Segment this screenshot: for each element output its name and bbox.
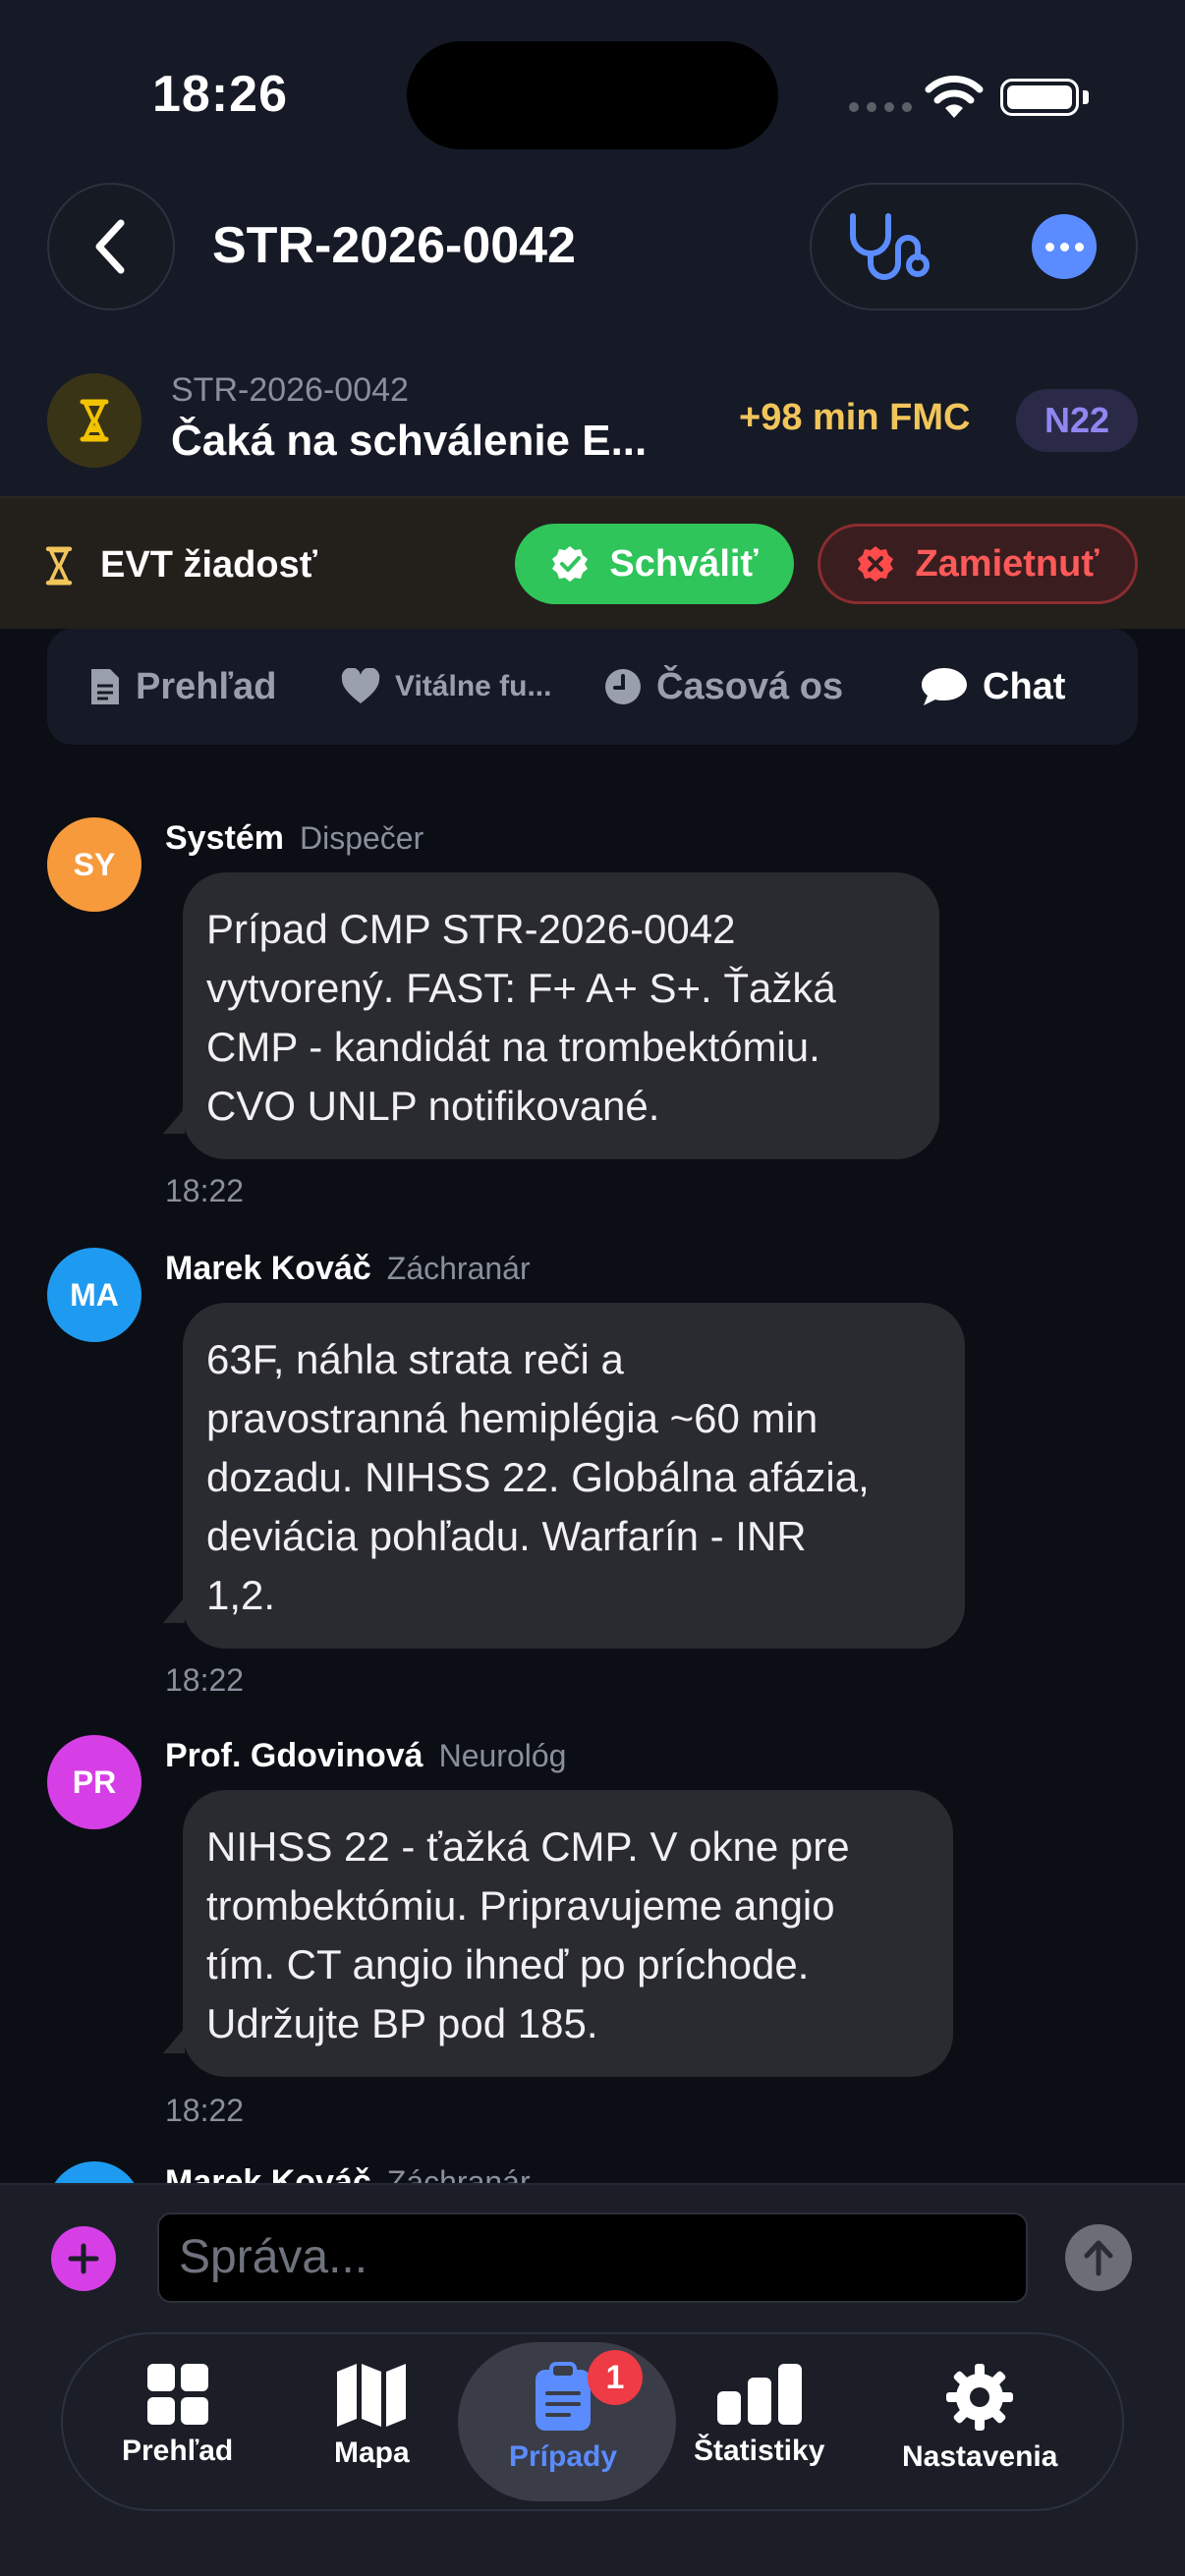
bubble-tail — [163, 2028, 185, 2053]
tab-label: Vitálne fu... — [395, 670, 552, 702]
tab-timeline[interactable]: Časová os — [603, 629, 843, 745]
chevron-left-icon — [95, 219, 125, 274]
check-badge-icon — [550, 544, 590, 584]
message-line: tím. CT angio ihneď po príchode. — [206, 1941, 810, 1988]
message-bubble: Prípad CMP STR-2026-0042 vytvorený. FAST… — [183, 872, 939, 1159]
message-bubble: 63F, náhla strata reči a pravostranná he… — [183, 1303, 965, 1649]
hourglass-icon — [47, 373, 141, 468]
message-line: trombektómiu. Pripravujeme angio — [206, 1882, 835, 1929]
avatar[interactable]: SY — [47, 817, 141, 912]
heart-icon — [341, 668, 380, 703]
sender-role: Dispečer — [299, 820, 424, 856]
message-line: NIHSS 22 - ťažká CMP. V okne pre — [206, 1823, 850, 1870]
more-options-button[interactable] — [1032, 214, 1097, 279]
bar-chart-icon — [716, 2364, 802, 2425]
cellular-signal-icon — [849, 102, 912, 112]
tab-vitals[interactable]: Vitálne fu... — [340, 629, 551, 745]
message-sender: Prof. Gdovinová Neurológ — [165, 1737, 567, 1774]
message-line: deviácia pohľadu. Warfarín - INR — [206, 1513, 807, 1559]
message-time: 18:22 — [165, 2093, 245, 2128]
tab-label: Prehľad — [136, 665, 277, 707]
tabbar-item-settings[interactable]: Nastavenia — [902, 2362, 1057, 2474]
message-line: pravostranná hemiplégia ~60 min — [206, 1395, 818, 1441]
page-title: STR-2026-0042 — [212, 217, 576, 274]
approve-label: Schváliť — [609, 542, 759, 585]
bubble-tail — [163, 1597, 185, 1623]
tab-label: Chat — [983, 665, 1066, 707]
message-line: vytvorený. FAST: F+ A+ S+. Ťažká — [206, 965, 836, 1011]
grid-icon — [146, 2364, 208, 2425]
message-line: dozadu. NIHSS 22. Globálna afázia, — [206, 1454, 870, 1500]
wifi-icon — [924, 75, 985, 123]
message-time: 18:22 — [165, 1173, 245, 1208]
attach-button[interactable] — [51, 2226, 116, 2291]
message-time: 18:22 — [165, 1662, 245, 1698]
tabbar-item-statistics[interactable]: Štatistiky — [694, 2362, 824, 2468]
battery-icon — [1000, 79, 1079, 116]
reject-button[interactable]: Zamietnuť — [818, 524, 1138, 604]
message-line: Prípad CMP STR-2026-0042 — [206, 906, 736, 952]
message-line: Udržujte BP pod 185. — [206, 2000, 598, 2046]
dynamic-island — [407, 41, 778, 149]
tabbar-label: Štatistiky — [694, 2435, 825, 2467]
bubble-tail — [163, 1108, 185, 1134]
tabbar-item-overview[interactable]: Prehľad — [122, 2362, 233, 2468]
case-id: STR-2026-0042 — [171, 371, 409, 409]
avatar[interactable]: MA — [47, 1248, 141, 1342]
clipboard-icon — [536, 2362, 592, 2431]
clock-icon — [605, 669, 641, 704]
gear-icon — [946, 2364, 1014, 2431]
hourglass-icon — [45, 546, 73, 590]
message-line: 63F, náhla strata reči a — [206, 1336, 624, 1382]
message-bubble: NIHSS 22 - ťažká CMP. V okne pre trombek… — [183, 1790, 953, 2077]
nihss-badge: N22 — [1016, 389, 1138, 452]
tabbar-item-map[interactable]: Mapa — [334, 2362, 410, 2470]
arrow-up-icon — [1084, 2240, 1113, 2276]
stethoscope-icon — [850, 213, 930, 280]
notification-badge: 1 — [588, 2350, 643, 2405]
message-line: CVO UNLP notifikované. — [206, 1083, 660, 1129]
message-input[interactable]: Správa... — [157, 2212, 1028, 2303]
map-icon — [337, 2364, 407, 2427]
sender-role: Záchranár — [386, 1251, 531, 1286]
tabbar-label: Nastavenia — [902, 2440, 1058, 2473]
tabbar-label: Prípady — [509, 2440, 618, 2473]
evt-request-label: EVT žiadosť — [100, 544, 317, 586]
tabbar-label: Prehľad — [122, 2435, 234, 2467]
plus-icon — [68, 2243, 99, 2274]
document-icon — [91, 669, 119, 704]
tab-overview[interactable]: Prehľad — [88, 629, 276, 745]
message-sender: Marek Kováč Záchranár — [165, 1250, 531, 1287]
send-button[interactable] — [1065, 2224, 1132, 2291]
message-sender: Systém Dispečer — [165, 819, 424, 857]
avatar[interactable]: PR — [47, 1735, 141, 1829]
approve-button[interactable]: Schváliť — [515, 524, 794, 604]
battery-cap — [1083, 90, 1089, 104]
chat-bubble-icon — [922, 668, 967, 705]
x-badge-icon — [856, 544, 895, 584]
message-line: CMP - kandidát na trombektómiu. — [206, 1024, 820, 1070]
reject-label: Zamietnuť — [915, 542, 1100, 585]
stethoscope-button[interactable] — [847, 212, 945, 288]
case-status: Čaká na schválenie E... — [171, 417, 648, 465]
ellipsis-icon — [1044, 242, 1054, 252]
status-time: 18:26 — [152, 66, 288, 123]
sender-role: Neurológ — [438, 1738, 567, 1773]
tab-label: Časová os — [656, 665, 844, 707]
back-button[interactable] — [47, 183, 175, 310]
fmc-timer: +98 min FMC — [739, 397, 971, 438]
tabbar-label: Mapa — [334, 2436, 410, 2469]
tab-chat[interactable]: Chat — [920, 629, 1065, 745]
message-line: 1,2. — [206, 1572, 276, 1618]
